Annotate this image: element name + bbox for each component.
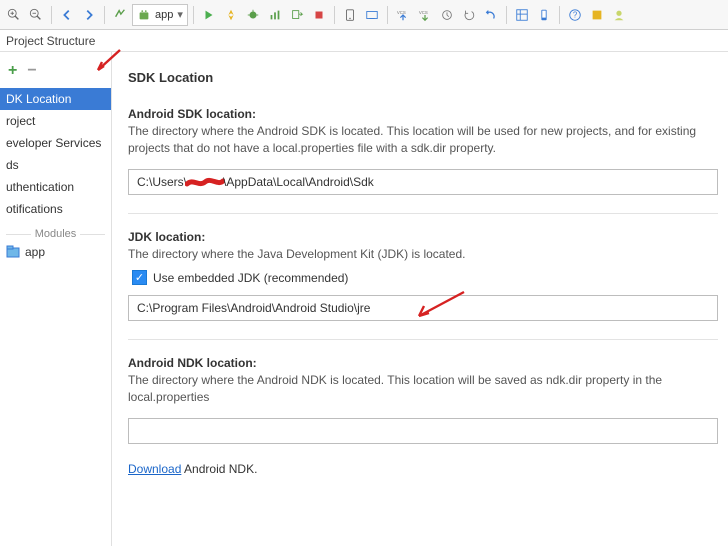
zoom-out-icon[interactable] xyxy=(26,5,46,25)
window-title: Project Structure xyxy=(6,34,95,48)
profile-icon[interactable] xyxy=(265,5,285,25)
undo-icon[interactable] xyxy=(481,5,501,25)
sidebar-item-authentication[interactable]: uthentication xyxy=(0,176,111,198)
nav-forward-icon[interactable] xyxy=(79,5,99,25)
svg-text:VCS: VCS xyxy=(397,10,406,15)
download-ndk-suffix: Android NDK. xyxy=(181,462,257,476)
redacted-username xyxy=(185,175,225,189)
apply-changes-icon[interactable] xyxy=(221,5,241,25)
use-embedded-jdk-checkbox[interactable]: ✓ xyxy=(132,270,147,285)
sidebar-item-ads[interactable]: ds xyxy=(0,154,111,176)
ndk-location-input[interactable] xyxy=(128,418,718,444)
layout-editor-icon[interactable] xyxy=(512,5,532,25)
window-title-bar: Project Structure xyxy=(0,30,728,52)
sidebar-item-notifications[interactable]: otifications xyxy=(0,198,111,220)
ndk-location-label: Android NDK location: xyxy=(128,356,728,370)
vcs-revert-icon[interactable] xyxy=(459,5,479,25)
download-ndk-link[interactable]: Download xyxy=(128,462,181,476)
sidebar-item-project[interactable]: roject xyxy=(0,110,111,132)
chevron-down-icon: ▾ xyxy=(177,8,183,21)
jdk-location-desc: The directory where the Java Development… xyxy=(128,246,728,263)
ndk-location-desc: The directory where the Android NDK is l… xyxy=(128,372,728,406)
avd-manager-icon[interactable] xyxy=(340,5,360,25)
module-name: app xyxy=(25,245,45,259)
sdk-location-label: Android SDK location: xyxy=(128,107,728,121)
annotation-arrow-2 xyxy=(409,288,469,328)
device-file-explorer-icon[interactable] xyxy=(534,5,554,25)
sidebar-item-developer-services[interactable]: eveloper Services xyxy=(0,132,111,154)
module-icon xyxy=(6,245,20,259)
sidebar-modules-heading: Modules xyxy=(0,220,111,242)
run-config-label: app xyxy=(155,9,173,21)
debug-icon[interactable] xyxy=(243,5,263,25)
main-toolbar: app ▾ VCS VCS ? xyxy=(0,0,728,30)
sidebar-module-app[interactable]: app xyxy=(0,242,111,262)
vcs-update-icon[interactable]: VCS xyxy=(393,5,413,25)
svg-text:VCS: VCS xyxy=(419,10,428,15)
page-title: SDK Location xyxy=(128,70,728,85)
user-icon[interactable] xyxy=(609,5,629,25)
sidebar-item-sdk-location[interactable]: DK Location xyxy=(0,88,111,110)
add-icon[interactable]: + xyxy=(8,62,17,80)
vcs-commit-icon[interactable]: VCS xyxy=(415,5,435,25)
sidebar: + − DK Location roject eveloper Services… xyxy=(0,52,112,546)
use-embedded-jdk-label: Use embedded JDK (recommended) xyxy=(153,271,348,285)
zoom-in-icon[interactable] xyxy=(4,5,24,25)
run-icon[interactable] xyxy=(199,5,219,25)
build-icon[interactable] xyxy=(110,5,130,25)
android-icon xyxy=(137,8,151,22)
sdk-location-desc: The directory where the Android SDK is l… xyxy=(128,123,728,157)
remove-icon[interactable]: − xyxy=(27,62,36,80)
main-panel: SDK Location Android SDK location: The d… xyxy=(112,52,728,546)
nav-back-icon[interactable] xyxy=(57,5,77,25)
ndk-download-row: Download Android NDK. xyxy=(128,462,728,476)
jdk-location-input[interactable]: C:\Program Files\Android\Android Studio\… xyxy=(128,295,718,321)
stop-icon[interactable] xyxy=(309,5,329,25)
svg-text:?: ? xyxy=(573,10,578,19)
help-icon[interactable]: ? xyxy=(565,5,585,25)
jdk-location-label: JDK location: xyxy=(128,230,728,244)
notifications-icon[interactable] xyxy=(587,5,607,25)
sdk-manager-icon[interactable] xyxy=(362,5,382,25)
vcs-history-icon[interactable] xyxy=(437,5,457,25)
sdk-location-input[interactable]: C:\Users\ \AppData\Local\Android\Sdk xyxy=(128,169,718,195)
run-config-dropdown[interactable]: app ▾ xyxy=(132,4,188,26)
attach-debugger-icon[interactable] xyxy=(287,5,307,25)
